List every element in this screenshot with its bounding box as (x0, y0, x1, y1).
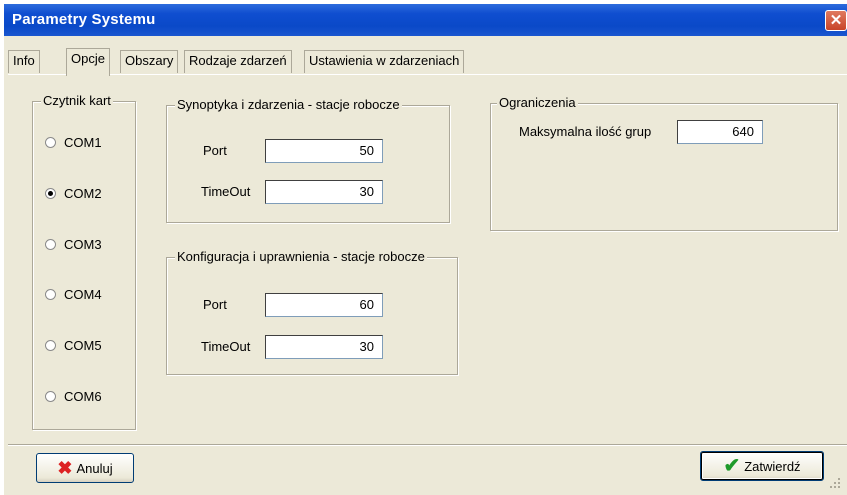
radio-label: COM5 (64, 337, 102, 353)
synoptics-port-label: Port (203, 143, 227, 158)
card-reader-group: Czytnik kart COM1 COM2 COM3 COM4 COM5 CO… (32, 93, 136, 430)
config-timeout-input[interactable]: 30 (265, 335, 383, 359)
radio-com6[interactable]: COM6 (45, 387, 102, 405)
bottom-separator (8, 444, 847, 446)
radio-button-icon (45, 339, 56, 351)
confirm-button[interactable]: ✔ Zatwierdź (700, 451, 824, 481)
radio-label: COM2 (64, 185, 102, 201)
tab-panel-opcje: Czytnik kart COM1 COM2 COM3 COM4 COM5 CO… (8, 74, 847, 444)
limits-legend: Ograniczenia (497, 95, 578, 110)
check-icon: ✔ (723, 455, 741, 477)
radio-button-icon (45, 136, 56, 148)
radio-button-icon (45, 390, 56, 402)
radio-com3[interactable]: COM3 (45, 235, 102, 253)
radio-button-icon (45, 288, 56, 300)
radio-com2[interactable]: COM2 (45, 184, 102, 202)
config-legend: Konfiguracja i uprawnienia - stacje robo… (175, 249, 427, 264)
synoptics-timeout-label: TimeOut (201, 184, 251, 199)
tab-rodzaje-zdarzen[interactable]: Rodzaje zdarzeń (184, 50, 292, 73)
radio-com1[interactable]: COM1 (45, 133, 102, 151)
card-reader-legend: Czytnik kart (41, 93, 113, 108)
radio-button-checked-icon (45, 187, 56, 199)
cancel-x-icon: ✖ (57, 458, 73, 478)
tab-strip: Info Opcje Obszary Rodzaje zdarzeń Ustaw… (8, 48, 528, 76)
close-button[interactable]: ✕ (825, 10, 847, 31)
synoptics-legend: Synoptyka i zdarzenia - stacje robocze (175, 97, 402, 112)
config-port-label: Port (203, 297, 227, 312)
radio-com4[interactable]: COM4 (45, 285, 102, 303)
radio-label: COM4 (64, 286, 102, 302)
cancel-label: Anuluj (76, 460, 113, 476)
dialog-window: Parametry Systemu ✕ Info Opcje Obszary R… (4, 4, 847, 495)
config-port-input[interactable]: 60 (265, 293, 383, 317)
synoptics-timeout-input[interactable]: 30 (265, 180, 383, 204)
radio-com5[interactable]: COM5 (45, 336, 102, 354)
tab-info[interactable]: Info (8, 50, 40, 73)
radio-label: COM1 (64, 134, 102, 150)
tab-label: Obszary (125, 53, 174, 68)
confirm-label: Zatwierdź (744, 458, 801, 474)
tab-label: Info (13, 53, 35, 68)
config-group: Konfiguracja i uprawnienia - stacje robo… (166, 249, 458, 375)
tab-label: Opcje (71, 51, 105, 66)
synoptics-group: Synoptyka i zdarzenia - stacje robocze P… (166, 97, 450, 223)
config-timeout-label: TimeOut (201, 339, 251, 354)
radio-label: COM6 (64, 388, 102, 404)
max-groups-input[interactable]: 640 (677, 120, 763, 144)
tab-label: Ustawienia w zdarzeniach (309, 53, 460, 68)
tab-label: Rodzaje zdarzeń (189, 53, 287, 68)
title-bar: Parametry Systemu ✕ (4, 4, 847, 36)
resize-grip-icon[interactable] (824, 474, 842, 492)
radio-label: COM3 (64, 236, 102, 252)
tab-ustawienia-w-zdarzeniach[interactable]: Ustawienia w zdarzeniach (304, 50, 465, 73)
window-title: Parametry Systemu (12, 11, 156, 28)
tab-obszary[interactable]: Obszary (120, 50, 179, 73)
tab-opcje[interactable]: Opcje (66, 48, 110, 76)
radio-button-icon (45, 238, 56, 250)
synoptics-port-input[interactable]: 50 (265, 139, 383, 163)
limits-group: Ograniczenia Maksymalna ilość grup 640 (490, 95, 838, 231)
close-icon: ✕ (829, 12, 843, 29)
cancel-button[interactable]: ✖ Anuluj (36, 453, 134, 483)
max-groups-label: Maksymalna ilość grup (519, 124, 652, 139)
